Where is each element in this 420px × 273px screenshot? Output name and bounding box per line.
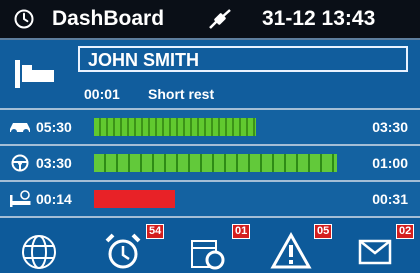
alarm-button[interactable]: 54 xyxy=(102,220,172,273)
envelope-icon xyxy=(358,239,392,265)
activity-label: Short rest xyxy=(148,86,215,102)
driver-panel[interactable]: JOHN SMITH 00:01 Short rest xyxy=(0,40,420,110)
calendar-button[interactable]: 01 xyxy=(186,220,256,273)
steering-wheel-icon xyxy=(11,154,29,172)
rest-time: 00:14 xyxy=(36,191,72,207)
dashboard-screen: DashBoard 31-12 13:43 JOHN SMITH 00:01 S… xyxy=(0,0,420,273)
steering-progress-fill xyxy=(94,154,338,172)
warning-badge: 05 xyxy=(314,224,333,239)
steering-time-row[interactable]: 03:30 01:00 xyxy=(0,146,420,182)
driving-progress-fill xyxy=(94,118,257,136)
steering-remaining: 01:00 xyxy=(372,155,408,171)
rest-progress-bar xyxy=(94,190,406,208)
messages-button[interactable]: 02 xyxy=(356,220,420,273)
steering-progress-bar xyxy=(94,154,406,172)
bed-icon xyxy=(15,60,54,88)
datetime: 31-12 13:43 xyxy=(262,7,376,30)
rest-time-row[interactable]: 00:14 00:31 xyxy=(0,182,420,218)
connection-icon xyxy=(209,9,231,29)
header-bar: DashBoard 31-12 13:43 xyxy=(0,0,420,40)
clock-icon xyxy=(14,9,34,29)
warning-button[interactable]: 05 xyxy=(270,220,340,273)
driver-name-box[interactable]: JOHN SMITH xyxy=(78,46,408,72)
driving-progress-bar xyxy=(94,118,406,136)
steering-time: 03:30 xyxy=(36,155,72,171)
page-title: DashBoard xyxy=(52,7,165,30)
driving-time: 05:30 xyxy=(36,119,72,135)
calendar-settings-icon xyxy=(191,240,225,270)
alarm-badge: 54 xyxy=(146,224,165,239)
rest-remaining: 00:31 xyxy=(372,191,408,207)
footer-bar: 54 01 05 02 xyxy=(0,220,420,273)
driving-remaining: 03:30 xyxy=(372,119,408,135)
rest-bed-icon xyxy=(10,190,31,207)
globe-icon[interactable] xyxy=(18,231,60,273)
activity-time: 00:01 xyxy=(84,86,120,102)
messages-badge: 02 xyxy=(396,224,415,239)
calendar-badge: 01 xyxy=(232,224,251,239)
driver-name: JOHN SMITH xyxy=(88,50,200,70)
warning-icon xyxy=(270,231,312,269)
driving-icon xyxy=(10,123,30,135)
rest-progress-fill xyxy=(94,190,176,208)
driving-time-row[interactable]: 05:30 03:30 xyxy=(0,110,420,146)
alarm-clock-icon xyxy=(105,233,141,269)
